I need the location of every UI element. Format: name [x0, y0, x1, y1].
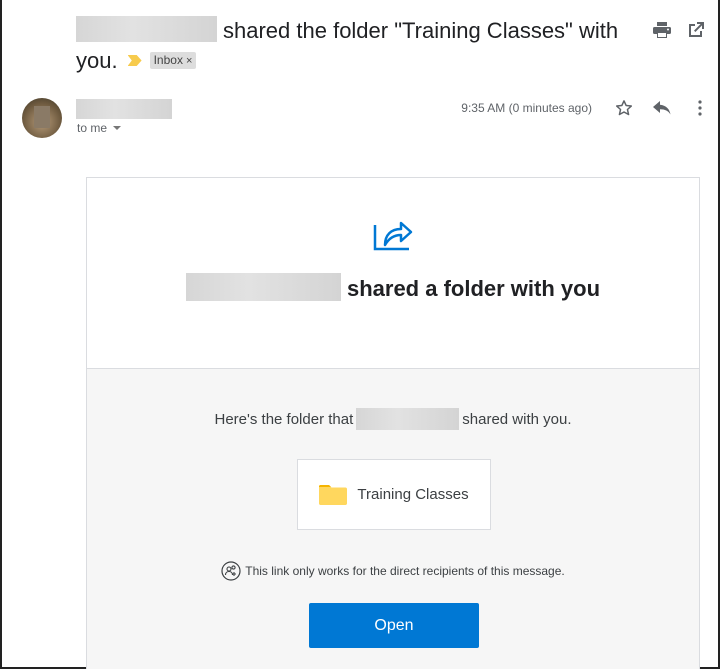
- reply-icon[interactable]: [652, 98, 672, 118]
- recipients-notice: This link only works for the direct reci…: [87, 561, 699, 581]
- headline-text: shared a folder with you: [346, 276, 601, 301]
- share-intro: Here's the folder that shared with you.: [87, 408, 699, 431]
- more-vert-icon[interactable]: [690, 98, 710, 118]
- card-body: Here's the folder that shared with you. T…: [87, 369, 699, 669]
- sender-avatar[interactable]: [22, 98, 62, 138]
- shared-folder-link[interactable]: Training Classes: [297, 459, 491, 530]
- message-actions: [614, 98, 710, 118]
- intro-text-before: Here's the folder that: [214, 411, 354, 428]
- share-icon: [373, 215, 413, 256]
- print-icon[interactable]: [652, 20, 672, 40]
- folder-icon: [319, 484, 348, 505]
- recipient-details-toggle[interactable]: to me: [77, 121, 122, 135]
- star-icon[interactable]: [614, 98, 634, 118]
- redacted-avatar-face: [34, 106, 50, 128]
- redacted-sender-name-header: [76, 99, 172, 119]
- redacted-sender-name: [76, 16, 217, 42]
- people-icon: [221, 561, 241, 581]
- subject-toolbar: [652, 20, 706, 40]
- open-in-new-window-icon[interactable]: [686, 20, 706, 40]
- share-headline: shared a folder with you: [87, 273, 699, 305]
- message-time: 9:35 AM (0 minutes ago): [461, 101, 592, 115]
- folder-name: Training Classes: [357, 486, 469, 503]
- email-subject: shared the folder "Training Classes" wit…: [76, 16, 636, 76]
- redacted-sharer-name: [185, 273, 341, 301]
- notice-text: This link only works for the direct reci…: [245, 564, 565, 578]
- inbox-label-text: Inbox: [153, 53, 183, 67]
- share-notification-card: shared a folder with you Here's the fold…: [86, 177, 700, 669]
- open-button[interactable]: Open: [309, 603, 479, 648]
- recipient-text: to me: [77, 121, 108, 135]
- importance-marker-icon[interactable]: [127, 55, 142, 66]
- card-header: shared a folder with you: [87, 178, 699, 369]
- redacted-sharer-name-inline: [356, 408, 460, 430]
- caret-down-icon: [113, 126, 122, 130]
- inbox-label[interactable]: Inbox ×: [149, 52, 197, 69]
- remove-label-icon[interactable]: ×: [186, 55, 192, 67]
- intro-text-after: shared with you.: [462, 411, 572, 428]
